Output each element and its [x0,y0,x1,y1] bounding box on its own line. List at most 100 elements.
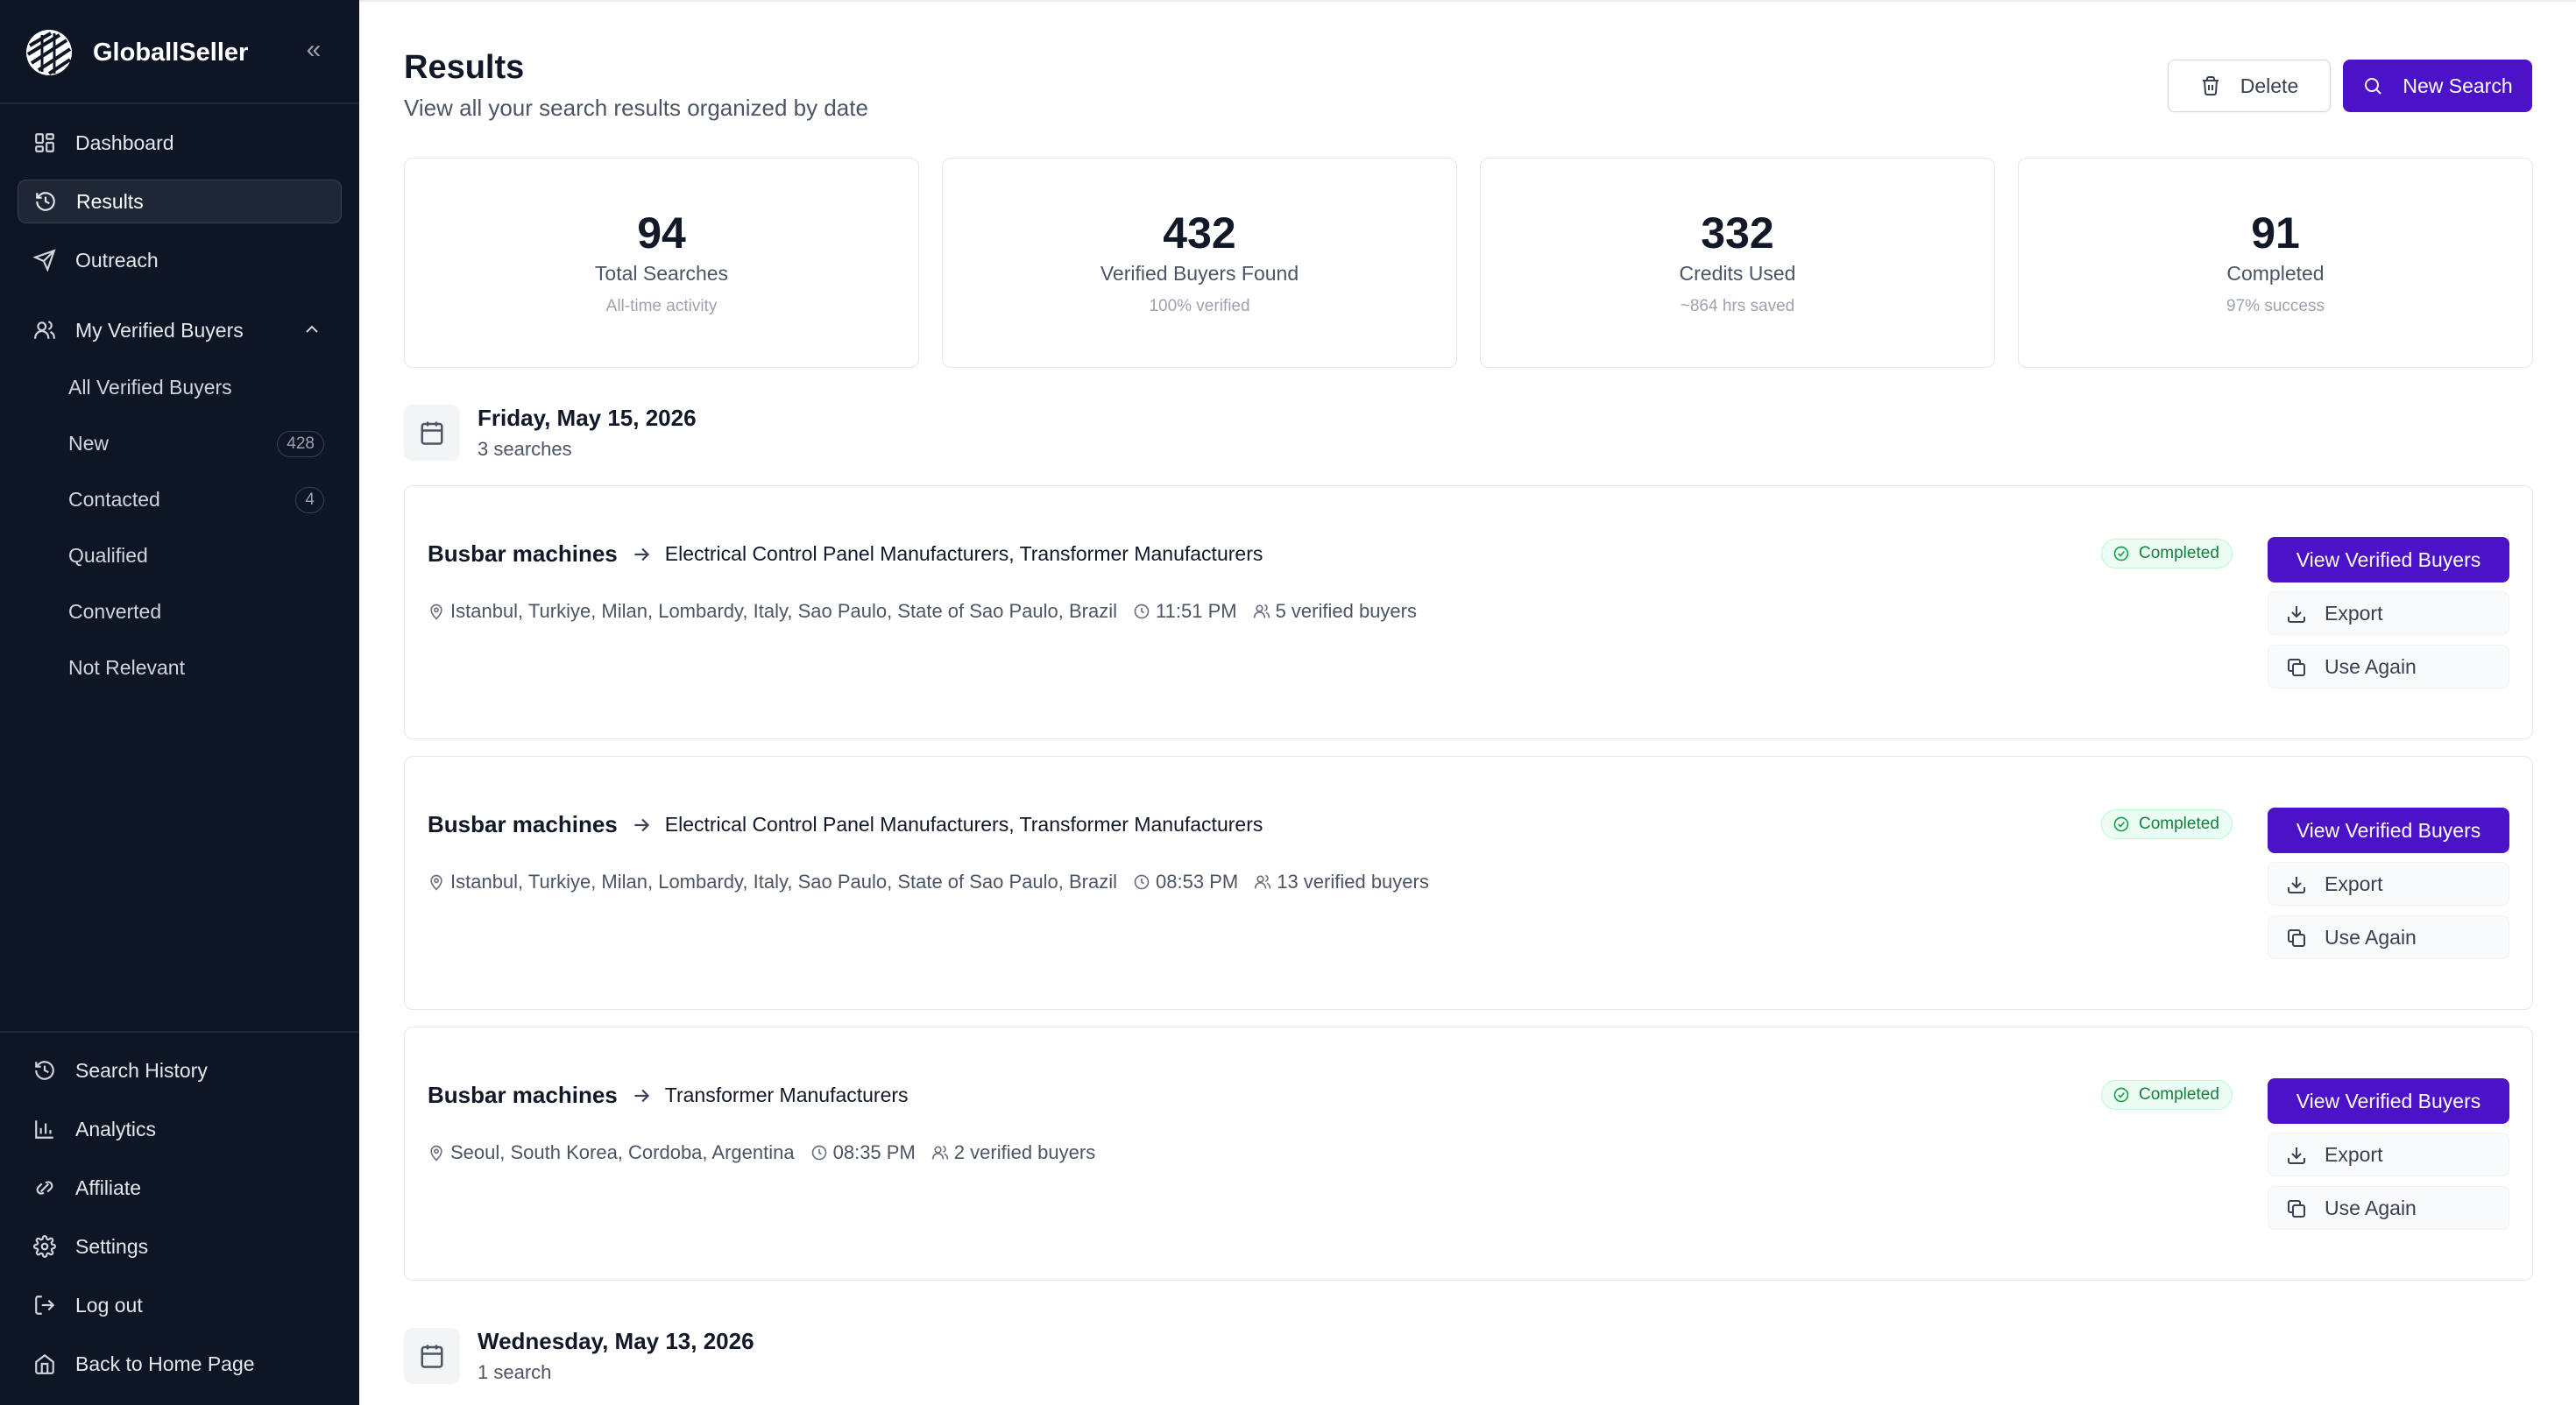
sidebar-subitem-not-relevant[interactable]: Not Relevant [51,648,324,687]
status-badge: Completed [2101,809,2233,839]
trash-icon [2202,76,2219,95]
sidebar-subitem-label: Not Relevant [68,655,185,679]
sidebar-subitem-all-verified-buyers[interactable]: All Verified Buyers [51,368,324,406]
page-subtitle: View all your search results organized b… [404,95,868,121]
home-icon [35,1353,54,1374]
result-time: 11:51 PM [1156,600,1237,622]
page-title: Results [404,49,525,86]
date-search-count: 1 search [478,1361,552,1383]
export-button[interactable]: Export [2268,591,2509,635]
status-label: Completed [2139,544,2219,562]
view-verified-buyers-button[interactable]: View Verified Buyers [2268,1078,2509,1124]
date-title: Wednesday, May 13, 2026 [478,1328,754,1354]
map-pin-icon [430,874,442,891]
sidebar-divider [0,102,359,104]
stat-value: 91 [2251,208,2300,258]
copy-icon [2288,929,2305,947]
delete-button[interactable]: Delete [2168,60,2331,112]
count-badge: 428 [277,431,324,457]
sidebar-item-label: Dashboard [75,131,174,154]
result-meta: Istanbul, Turkiye, Milan, Lombardy, Ital… [428,871,1445,893]
result-card: Busbar machines Electrical Control Panel… [404,756,2533,1010]
result-time: 08:53 PM [1156,871,1239,893]
users-icon [34,321,55,339]
affiliate-icon [36,1181,53,1195]
sidebar-item-label: My Verified Buyers [75,318,244,342]
stat-value: 332 [1701,208,1774,258]
date-title: Friday, May 15, 2026 [478,405,697,431]
result-product: Busbar machines [428,811,618,837]
download-icon [2288,1147,2305,1164]
check-circle-icon [2113,1087,2129,1103]
sidebar-subitem-new[interactable]: New 428 [51,424,324,462]
result-locations: Istanbul, Turkiye, Milan, Lombardy, Ital… [450,600,1118,622]
collapse-sidebar-icon[interactable]: « [298,37,329,68]
map-pin-icon [430,1145,442,1161]
sidebar-item-my-verified-buyers[interactable]: My Verified Buyers [18,308,342,352]
use-again-button[interactable]: Use Again [2268,645,2509,688]
chevron-up-icon[interactable] [301,319,322,340]
stat-hint: All-time activity [605,297,718,315]
brand[interactable]: GloballSeller [25,26,248,79]
sidebar-item-label: Settings [75,1234,149,1258]
stat-label: Credits Used [1679,262,1796,285]
clock-icon [811,1145,826,1161]
sidebar-item-dashboard[interactable]: Dashboard [18,121,342,165]
clock-icon [1134,874,1150,890]
sidebar-item-back-to-home[interactable]: Back to Home Page [18,1342,342,1386]
status-badge: Completed [2101,539,2233,568]
sidebar-item-label: Analytics [75,1117,157,1140]
use-again-button-label: Use Again [2325,654,2417,678]
result-product: Busbar machines [428,540,618,567]
result-locations: Istanbul, Turkiye, Milan, Lombardy, Ital… [450,871,1118,893]
sidebar-item-label: Affiliate [75,1176,142,1199]
stat-card-completed: 91 Completed 97% success [2018,158,2533,368]
sidebar-item-log-out[interactable]: Log out [18,1283,342,1327]
new-search-button[interactable]: New Search [2343,60,2532,112]
count-badge: 4 [295,487,324,513]
export-button[interactable]: Export [2268,1133,2509,1176]
stat-value: 94 [637,208,686,258]
use-again-button[interactable]: Use Again [2268,915,2509,959]
sidebar-item-analytics[interactable]: Analytics [18,1107,342,1151]
sidebar-item-settings[interactable]: Settings [18,1225,342,1268]
result-title: Busbar machines Transformer Manufacturer… [428,1082,909,1109]
view-verified-buyers-button[interactable]: View Verified Buyers [2268,537,2509,582]
stat-label: Total Searches [594,262,729,285]
brand-name: GloballSeller [93,38,249,67]
result-buyers: 5 verified buyers [1275,600,1417,622]
sidebar-item-affiliate[interactable]: Affiliate [18,1166,342,1210]
users-icon [1253,604,1270,618]
calendar-icon-box [404,405,460,461]
view-verified-buyers-button[interactable]: View Verified Buyers [2268,808,2509,853]
sidebar-subitem-qualified[interactable]: Qualified [51,536,324,575]
export-button[interactable]: Export [2268,862,2509,906]
use-again-button[interactable]: Use Again [2268,1186,2509,1230]
sidebar-subitem-label: New [68,431,110,455]
arrow-right-icon [634,818,649,831]
result-targets: Electrical Control Panel Manufacturers, … [664,542,1263,565]
sidebar-divider [0,1031,359,1033]
main-content: Results View all your search results org… [359,0,2576,1405]
sidebar-item-outreach[interactable]: Outreach [18,238,342,282]
sidebar-subitem-converted[interactable]: Converted [51,592,324,631]
result-locations: Seoul, South Korea, Cordoba, Argentina [450,1141,795,1163]
sidebar-item-search-history[interactable]: Search History [18,1048,342,1092]
sidebar-item-label: Outreach [75,248,159,272]
gear-icon [33,1235,56,1258]
download-icon [2288,877,2305,893]
sidebar-item-results[interactable]: Results [18,180,342,223]
sidebar-subitem-label: Contacted [68,487,160,511]
search-icon [2365,78,2382,95]
result-meta: Istanbul, Turkiye, Milan, Lombardy, Ital… [428,600,1433,623]
stat-card-credits-used: 332 Credits Used ~864 hrs saved [1480,158,1995,368]
send-icon [33,249,56,272]
copy-icon [2288,659,2305,676]
sidebar-subitem-label: Qualified [68,543,148,567]
stat-hint: 100% verified [1149,297,1250,315]
status-badge: Completed [2101,1080,2233,1110]
result-targets: Transformer Manufacturers [664,1084,909,1106]
new-search-button-label: New Search [2403,74,2513,97]
clock-icon [1134,604,1150,619]
sidebar-subitem-contacted[interactable]: Contacted 4 [51,480,324,519]
